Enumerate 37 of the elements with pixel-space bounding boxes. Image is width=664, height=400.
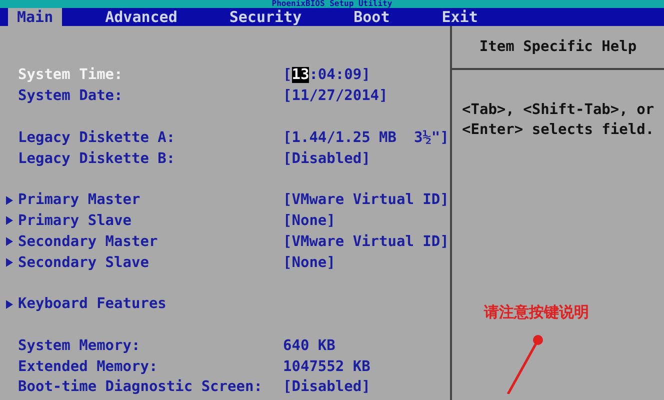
setting-label[interactable]: Boot-time Diagnostic Screen:	[18, 379, 283, 396]
submenu-arrow-icon	[6, 196, 12, 205]
setting-label[interactable]: Legacy Diskette A:	[18, 130, 283, 146]
setting-label[interactable]: Extended Memory:	[18, 358, 283, 375]
setting-label[interactable]: Keyboard Features	[18, 296, 283, 312]
setting-label[interactable]: Primary Master	[18, 192, 283, 208]
setting-label[interactable]: System Date:	[18, 88, 283, 104]
setting-value: 640 KB	[283, 338, 336, 354]
setting-label[interactable]: Secondary Slave	[18, 254, 283, 271]
setting-label[interactable]: Secondary Master	[18, 234, 283, 250]
submenu-arrow-icon	[6, 216, 12, 226]
setting-value: [Disabled]	[283, 379, 370, 396]
menu-tab[interactable]: Security	[220, 8, 311, 26]
menu-tab[interactable]: Main	[8, 8, 62, 26]
setting-value: :04:09]	[309, 67, 370, 84]
setting-value: [Disabled]	[283, 150, 370, 167]
setting-value: [None]	[283, 212, 336, 229]
menu-tab[interactable]: Exit	[432, 8, 487, 26]
setting-value: 1047552 KB	[283, 358, 370, 375]
annotation-text: 请注意按键说明	[484, 303, 589, 322]
submenu-arrow-icon	[6, 237, 12, 246]
setting-value: [VMware Virtual ID]	[283, 234, 449, 250]
menu-tab[interactable]: Advanced	[96, 8, 186, 26]
setting-value: [VMware Virtual ID]	[283, 192, 449, 208]
setting-label[interactable]: System Memory:	[18, 338, 283, 354]
submenu-arrow-icon	[6, 300, 12, 309]
setting-value: [1.44/1.25 MB 3½"]	[283, 130, 449, 146]
help-title: Item Specific Help	[479, 39, 637, 55]
submenu-arrow-icon	[6, 258, 12, 268]
menu-tab[interactable]: Boot	[344, 8, 399, 26]
setting-value: [11/27/2014]	[283, 88, 388, 104]
help-text: <Tab>, <Shift-Tab>, or <Enter> selects field.	[461, 101, 656, 140]
setting-value: [None]	[283, 254, 336, 271]
setting-label[interactable]: Legacy Diskette B:	[18, 150, 283, 167]
highlighted-value: 13	[292, 67, 310, 84]
setting-label[interactable]: Primary Slave	[18, 212, 283, 229]
setting-value: [	[283, 67, 292, 84]
